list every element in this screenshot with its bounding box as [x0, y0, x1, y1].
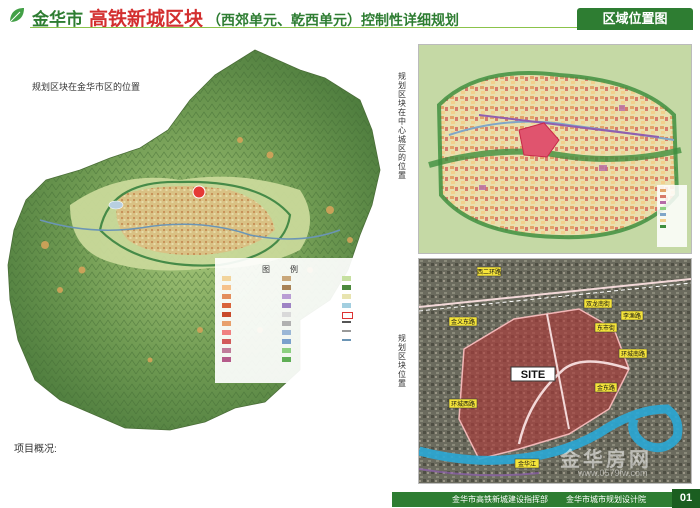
road-label: 金华江 [518, 460, 536, 468]
legend-item [222, 293, 278, 301]
center-city-map-graphic [419, 45, 691, 253]
road-label: 金东路 [597, 384, 615, 392]
road-label: 李渔路 [623, 312, 641, 320]
legend-item [342, 338, 398, 346]
legend-item [282, 347, 338, 355]
legend-item [222, 329, 278, 337]
legend-item [342, 320, 398, 328]
legend-item [342, 275, 398, 283]
road-label: 东市街 [597, 324, 615, 332]
legend-item [282, 320, 338, 328]
legend-item [222, 338, 278, 346]
legend-item [342, 284, 398, 292]
legend-item [342, 293, 398, 301]
footer-designer: 金华市城市规划设计院 [566, 495, 646, 504]
legend-column-2 [282, 275, 338, 365]
legend-item [282, 302, 338, 310]
legend-title: 图 例 [262, 265, 304, 274]
site-marker-text: SITE [521, 369, 545, 381]
overview-panel: 规划区块在金华市区的位置 图 例 项目概况: [0, 30, 405, 482]
legend-item [342, 311, 398, 319]
site-map-label: 规划区块位置 [398, 334, 406, 388]
project-overview-label: 项目概况: [14, 444, 57, 455]
page-number: 01 [672, 489, 700, 508]
legend-item [342, 329, 398, 337]
section-tab: 区域位置图 [577, 8, 693, 30]
lake [108, 200, 124, 210]
legend-item [282, 275, 338, 283]
legend-item [282, 284, 338, 292]
footer-organization: 金华市高铁新城建设指挥部 [452, 495, 548, 504]
legend-column-3 [342, 275, 398, 347]
title-subtitle: （西郊单元、乾西单元）控制性详细规划 [207, 12, 460, 28]
site-marker-dot [192, 185, 206, 199]
legend-item [282, 356, 338, 364]
legend-item [222, 356, 278, 364]
legend-item [222, 347, 278, 355]
legend-item [222, 302, 278, 310]
legend-item [282, 329, 338, 337]
footer: 金华市高铁新城建设指挥部 金华市城市规划设计院 01 [0, 489, 700, 508]
watermark-url: www.0579fw.com [578, 468, 648, 478]
legend-item [222, 320, 278, 328]
legend-item [282, 338, 338, 346]
legend-item [222, 311, 278, 319]
leaf-logo-icon [9, 8, 24, 23]
road-label: 金义东路 [451, 318, 475, 326]
city-terrain-map [7, 49, 403, 431]
legend-item [282, 293, 338, 301]
legend-item [222, 284, 278, 292]
header: 金华市 高铁新城区块 （西郊单元、乾西单元）控制性详细规划 区域位置图 [0, 0, 700, 30]
road-label: 环城西路 [451, 400, 475, 408]
road-label: 西二环路 [477, 268, 501, 276]
legend-column-1 [222, 275, 278, 365]
center-map-label: 规划区块在中心城区的位置 [398, 72, 406, 180]
road-label: 双龙南街 [586, 300, 610, 308]
legend-item [222, 275, 278, 283]
legend-item [342, 302, 398, 310]
road-label: 环城南路 [621, 350, 645, 358]
center-city-map [418, 44, 692, 254]
legend-item [282, 311, 338, 319]
map-legend [222, 275, 397, 375]
overview-map-label: 规划区块在金华市区的位置 [32, 82, 141, 92]
header-divider [30, 27, 590, 28]
